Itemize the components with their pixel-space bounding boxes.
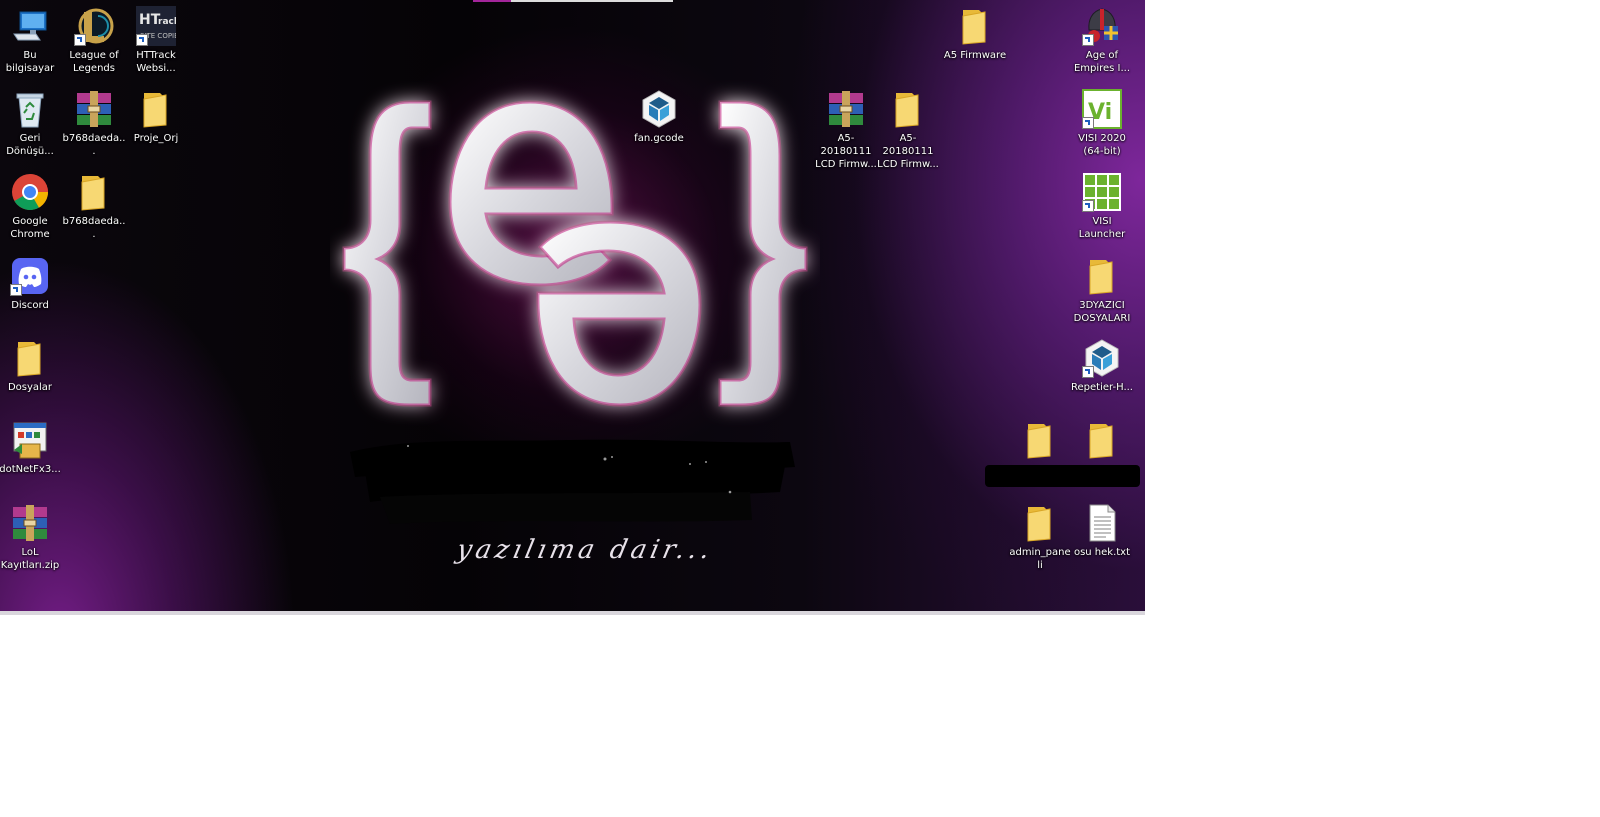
folder-icon xyxy=(1020,503,1060,543)
desktop-icon-archive-lol[interactable]: LoL Kayıtları.zip xyxy=(0,497,62,572)
desktop-icon-this-pc[interactable]: Bu bilgisayar xyxy=(0,0,62,75)
winrar-archive-icon xyxy=(10,503,50,543)
wallpaper-logo xyxy=(342,100,808,407)
folder-icon xyxy=(1082,420,1122,460)
recycle-bin-icon xyxy=(10,89,50,129)
redacted-scribble xyxy=(350,439,795,524)
desktop-icon-label: b768daeda... xyxy=(62,133,126,157)
desktop-icon-label: Discord xyxy=(11,300,49,311)
folder-icon xyxy=(1082,256,1122,296)
repetier-icon xyxy=(1082,338,1122,378)
desktop-icon-label: Google Chrome xyxy=(10,216,50,240)
desktop-icon-league-of-legends[interactable]: League of Legends xyxy=(62,0,126,75)
desktop-icon-label: League of Legends xyxy=(69,50,119,74)
desktop-icon-label: VISI Launcher xyxy=(1078,216,1126,240)
desktop-icon-folder-a5-firmware[interactable]: A5 Firmware xyxy=(943,0,1007,62)
age-of-empires-icon xyxy=(1082,6,1122,46)
desktop-icon-label: dotNetFx3... xyxy=(0,464,61,475)
chrome-icon xyxy=(10,172,50,212)
desktop-icon-age-of-empires[interactable]: Age of Empires I... xyxy=(1070,0,1134,75)
desktop-icon-label: fan.gcode xyxy=(634,133,684,144)
this-pc-icon xyxy=(10,6,50,46)
desktop-icon-visi-2020[interactable]: Vi VISI 2020 (64-bit) xyxy=(1070,83,1134,158)
top-edge-marker xyxy=(473,0,673,2)
desktop-icon-label: A5 Firmware xyxy=(943,50,1007,61)
svg-text:rack: rack xyxy=(158,17,176,27)
visi-launcher-icon xyxy=(1082,172,1122,212)
desktop-icon-label: A5-20180111 LCD Firmw... xyxy=(815,133,877,170)
desktop-icon-httrack[interactable]: HT rack SITE COPIER HTTrack Websi... xyxy=(124,0,188,75)
desktop-icon-label: VISI 2020 (64-bit) xyxy=(1078,133,1126,157)
winrar-archive-icon xyxy=(826,89,866,129)
httrack-icon: HT rack SITE COPIER xyxy=(136,6,176,46)
desktop-icon-label: Bu bilgisayar xyxy=(5,50,55,74)
desktop-icon-folder-admin-paneli[interactable]: admin_paneli xyxy=(1008,497,1072,572)
redaction-bar xyxy=(985,465,1140,487)
desktop-icon-label: admin_paneli xyxy=(1009,547,1071,571)
desktop-icon-label: Geri Dönüşü... xyxy=(6,133,54,157)
desktop-icon-fan-gcode[interactable]: fan.gcode xyxy=(627,83,691,145)
visi-icon: Vi xyxy=(1082,89,1122,129)
desktop-icon-label: Proje_Orj xyxy=(133,133,179,144)
desktop-icon-label: Repetier-H... xyxy=(1071,382,1133,393)
desktop-icon-archive-b768[interactable]: b768daeda... xyxy=(62,83,126,158)
text-file-icon xyxy=(1082,503,1122,543)
desktop-icon-label: A5-20180111 LCD Firmw... xyxy=(877,133,939,170)
desktop-icon-repetier-host[interactable]: Repetier-H... xyxy=(1070,332,1134,394)
discord-icon xyxy=(10,256,50,296)
league-of-legends-icon xyxy=(74,6,114,46)
desktop-icon-recycle-bin[interactable]: Geri Dönüşü... xyxy=(0,83,62,158)
desktop-icon-google-chrome[interactable]: Google Chrome xyxy=(0,166,62,241)
desktop-icon-discord[interactable]: Discord xyxy=(0,250,62,312)
desktop-icon-label: LoL Kayıtları.zip xyxy=(0,547,60,571)
folder-icon xyxy=(888,89,928,129)
desktop-icon-folder-3dyazici[interactable]: 3DYAZICI DOSYALARI xyxy=(1070,250,1134,325)
desktop-icon-folder-proje-orj[interactable]: Proje_Orj xyxy=(124,83,188,145)
winrar-archive-icon xyxy=(74,89,114,129)
desktop-icon-label: 3DYAZICI DOSYALARI xyxy=(1073,300,1131,324)
folder-icon xyxy=(10,338,50,378)
wallpaper-tagline: yazılıma dair... xyxy=(453,535,717,565)
desktop-icon-folder-redacted[interactable] xyxy=(1008,414,1072,460)
folder-icon xyxy=(955,6,995,46)
desktop-icon-label: HTTrack Websi... xyxy=(136,50,176,74)
repetier-icon xyxy=(639,89,679,129)
folder-icon xyxy=(136,89,176,129)
desktop-icon-label: Dosyalar xyxy=(7,382,53,393)
folder-icon xyxy=(1020,420,1060,460)
desktop[interactable]: yazılıma dair... Bu bilgisayar League of… xyxy=(0,0,1145,615)
desktop-icon-label: osu hek.txt xyxy=(1073,547,1131,558)
installer-icon xyxy=(10,420,50,460)
desktop-icon-visi-launcher[interactable]: VISI Launcher xyxy=(1070,166,1134,241)
desktop-icon-folder-redacted[interactable] xyxy=(1070,414,1134,460)
taskbar-edge xyxy=(0,611,1145,615)
desktop-icon-folder-a5-lcd[interactable]: A5-20180111 LCD Firmw... xyxy=(876,83,940,171)
desktop-icon-label: Age of Empires I... xyxy=(1073,50,1131,74)
desktop-icon-archive-a5-lcd[interactable]: A5-20180111 LCD Firmw... xyxy=(814,83,878,171)
desktop-icon-label: b768daeda... xyxy=(62,216,126,240)
desktop-icon-text-file-osu[interactable]: osu hek.txt xyxy=(1070,497,1134,559)
desktop-icon-folder-b768[interactable]: b768daeda... xyxy=(62,166,126,241)
desktop-icon-folder-dosyalar[interactable]: Dosyalar xyxy=(0,332,62,394)
folder-icon xyxy=(74,172,114,212)
desktop-icon-dotnetfx[interactable]: dotNetFx3... xyxy=(0,414,62,476)
